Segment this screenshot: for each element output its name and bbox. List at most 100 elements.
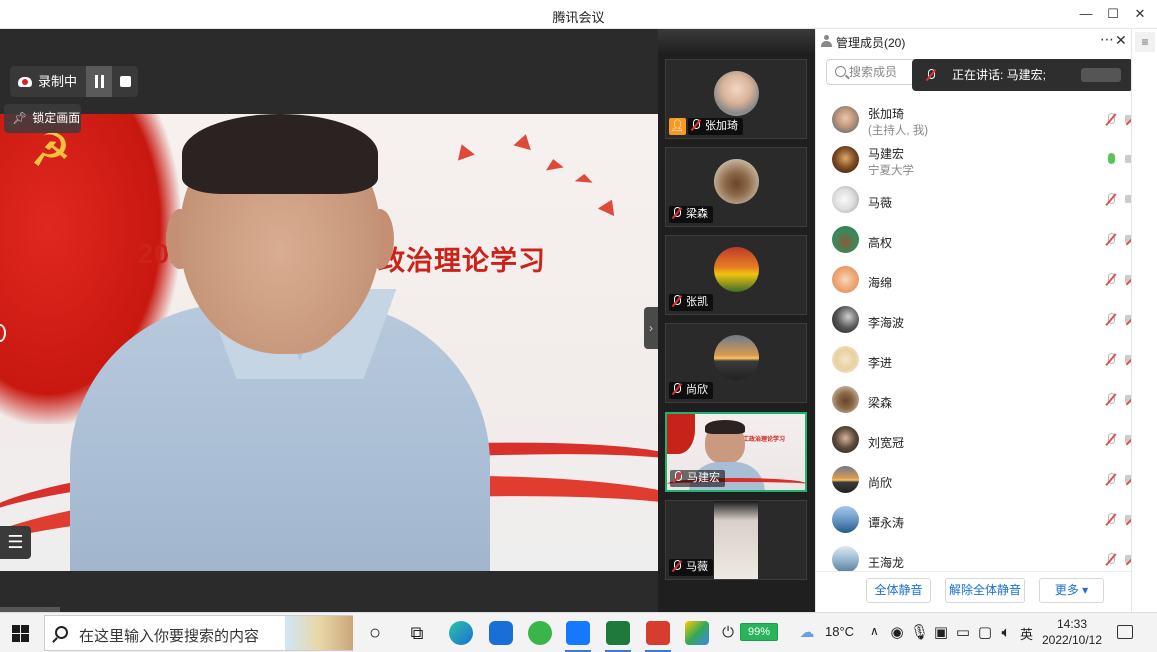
close-panel-icon[interactable]: ✕ xyxy=(1115,32,1127,49)
mic-off-icon[interactable] xyxy=(1105,393,1117,407)
ie-browser-icon[interactable] xyxy=(528,621,552,645)
member-subtitle: 宁夏大学 xyxy=(868,165,914,177)
member-row[interactable]: 李进 xyxy=(816,341,1132,381)
maximize-button[interactable]: ☐ xyxy=(1102,4,1124,24)
media-player-icon[interactable] xyxy=(685,621,709,645)
stop-recording-button[interactable] xyxy=(114,66,138,97)
sidebar-menu-button[interactable]: ≡ xyxy=(1135,32,1155,52)
member-name: 海绵 xyxy=(868,276,893,290)
bird-graphic xyxy=(513,131,535,151)
avatar xyxy=(714,159,759,204)
pdf-app-icon[interactable] xyxy=(646,621,670,645)
member-row[interactable]: 马建宏 宁夏大学 xyxy=(816,141,1132,181)
screenshot-tray-icon[interactable]: ▣ xyxy=(932,621,950,645)
unmute-all-button[interactable]: 解除全体静音 xyxy=(945,578,1025,603)
mic-off-icon[interactable] xyxy=(1105,433,1117,447)
participant-thumb-active[interactable]: 职工政治理论学习 马建宏 xyxy=(665,412,807,492)
start-icon-tile xyxy=(21,634,29,642)
mic-off-icon[interactable] xyxy=(1105,553,1117,567)
more-icon[interactable]: ⋯ xyxy=(1100,31,1114,48)
battery-tray-icon[interactable]: ▭ xyxy=(954,621,972,645)
thumb-video xyxy=(714,501,758,579)
member-name: 梁森 xyxy=(868,396,893,410)
member-list: 张加琦 (主持人, 我) 马建宏 宁夏大学 马薇 高权 海绵 李海波 李进 梁森… xyxy=(816,101,1132,571)
mic-off-icon[interactable] xyxy=(1105,233,1117,247)
member-row[interactable]: 马薇 xyxy=(816,181,1132,221)
panel-footer: 全体静音 解除全体静音 更多 ▾ xyxy=(816,571,1132,612)
member-row[interactable]: 李海波 xyxy=(816,301,1132,341)
weather-cloud-icon[interactable]: ☁ xyxy=(796,621,818,645)
speaker-figure xyxy=(70,114,490,571)
toast-redacted xyxy=(1081,68,1121,82)
taskbar-search[interactable]: 在这里输入你要搜索的内容 xyxy=(44,615,353,651)
member-row[interactable]: 高权 xyxy=(816,221,1132,261)
host-icon: 👤︎ xyxy=(669,118,686,135)
close-button[interactable]: ✕ xyxy=(1129,4,1151,24)
member-row[interactable]: 谭永涛 xyxy=(816,501,1132,541)
microphone-icon[interactable]: 🎙︎ xyxy=(910,621,929,645)
member-row[interactable]: 王海龙 xyxy=(816,541,1132,571)
mic-off-icon[interactable] xyxy=(1105,193,1117,207)
lock-view-label: 锁定画面 xyxy=(32,111,81,125)
mute-all-button[interactable]: 全体静音 xyxy=(866,578,931,603)
lenovo-app-icon[interactable] xyxy=(489,621,513,645)
participant-thumb[interactable]: 尚欣 xyxy=(665,323,807,403)
list-menu-button[interactable]: ☰ xyxy=(0,526,31,559)
thumb-name-text: 张加琦 xyxy=(705,120,738,132)
tencent-meeting-icon[interactable] xyxy=(566,621,590,645)
temperature[interactable]: 18°C xyxy=(825,624,854,639)
tray-expand-icon[interactable]: ∧ xyxy=(870,624,879,638)
power-plug-icon: ⏻ xyxy=(722,624,734,641)
cortana-icon[interactable]: ○ xyxy=(363,621,387,645)
member-row[interactable]: 刘宽冠 xyxy=(816,421,1132,461)
recording-bar: 录制中 xyxy=(10,66,138,97)
member-row[interactable]: 梁森 xyxy=(816,381,1132,421)
recording-status[interactable]: 录制中 xyxy=(10,66,84,97)
member-row[interactable]: 张加琦 (主持人, 我) xyxy=(816,101,1132,141)
member-row[interactable]: 尚欣 xyxy=(816,461,1132,501)
expand-strip-button[interactable]: › xyxy=(644,307,658,349)
speaking-toast: 正在讲话: 马建宏; xyxy=(912,59,1133,91)
mic-off-icon[interactable] xyxy=(1105,113,1117,127)
lock-view-button[interactable]: 📌︎ 锁定画面 xyxy=(4,104,81,133)
notification-icon[interactable] xyxy=(1117,625,1133,639)
speaker-hair xyxy=(182,114,378,194)
bird-graphic xyxy=(574,173,594,183)
participant-thumb[interactable]: 马薇 xyxy=(665,500,807,580)
input-method-indicator[interactable]: 英 xyxy=(1020,624,1033,643)
battery-indicator[interactable]: 99% xyxy=(740,623,778,641)
mic-off-icon[interactable] xyxy=(1105,353,1117,367)
right-sidebar: ≡ xyxy=(1131,29,1157,612)
mic-on-icon[interactable] xyxy=(1105,153,1117,167)
speaking-text: 正在讲话: 马建宏; xyxy=(952,68,1047,82)
volume-icon[interactable]: 🔈︎ xyxy=(997,621,1015,645)
mic-off-icon[interactable] xyxy=(1105,513,1117,527)
mic-off-icon[interactable] xyxy=(1105,473,1117,487)
participant-thumb[interactable]: 梁森 xyxy=(665,147,807,227)
avatar xyxy=(832,226,859,253)
clock[interactable]: 14:33 2022/10/12 xyxy=(1040,616,1104,648)
record-tray-icon[interactable]: ◉ xyxy=(888,621,906,645)
more-button[interactable]: 更多 ▾ xyxy=(1039,578,1104,603)
minimize-button[interactable]: — xyxy=(1075,4,1097,24)
edge-browser-icon[interactable] xyxy=(449,621,473,645)
member-subtitle: (主持人, 我) xyxy=(868,125,929,137)
pin-icon: 📌︎ xyxy=(12,111,28,125)
thumb-name-text: 张凯 xyxy=(686,296,708,308)
mic-off-icon[interactable] xyxy=(1105,313,1117,327)
start-icon-tile xyxy=(12,625,20,633)
task-view-icon[interactable]: ⧉ xyxy=(405,621,429,645)
participant-thumb[interactable]: 👤︎ 张加琦 xyxy=(665,59,807,139)
windows-start-icon[interactable] xyxy=(12,625,29,642)
network-icon[interactable]: ▢ xyxy=(976,621,994,645)
excel-icon[interactable] xyxy=(606,621,630,645)
participant-thumb[interactable]: 张凯 xyxy=(665,235,807,315)
title-bar: 腾讯会议 — ☐ ✕ xyxy=(0,0,1157,29)
pause-recording-button[interactable] xyxy=(86,66,112,97)
thumb-name: 马建宏 xyxy=(670,470,725,487)
mic-off-icon[interactable] xyxy=(1105,273,1117,287)
member-name: 尚欣 xyxy=(868,476,893,490)
user-icon xyxy=(821,35,832,47)
member-row[interactable]: 海绵 xyxy=(816,261,1132,301)
flag-graphic xyxy=(667,414,695,454)
